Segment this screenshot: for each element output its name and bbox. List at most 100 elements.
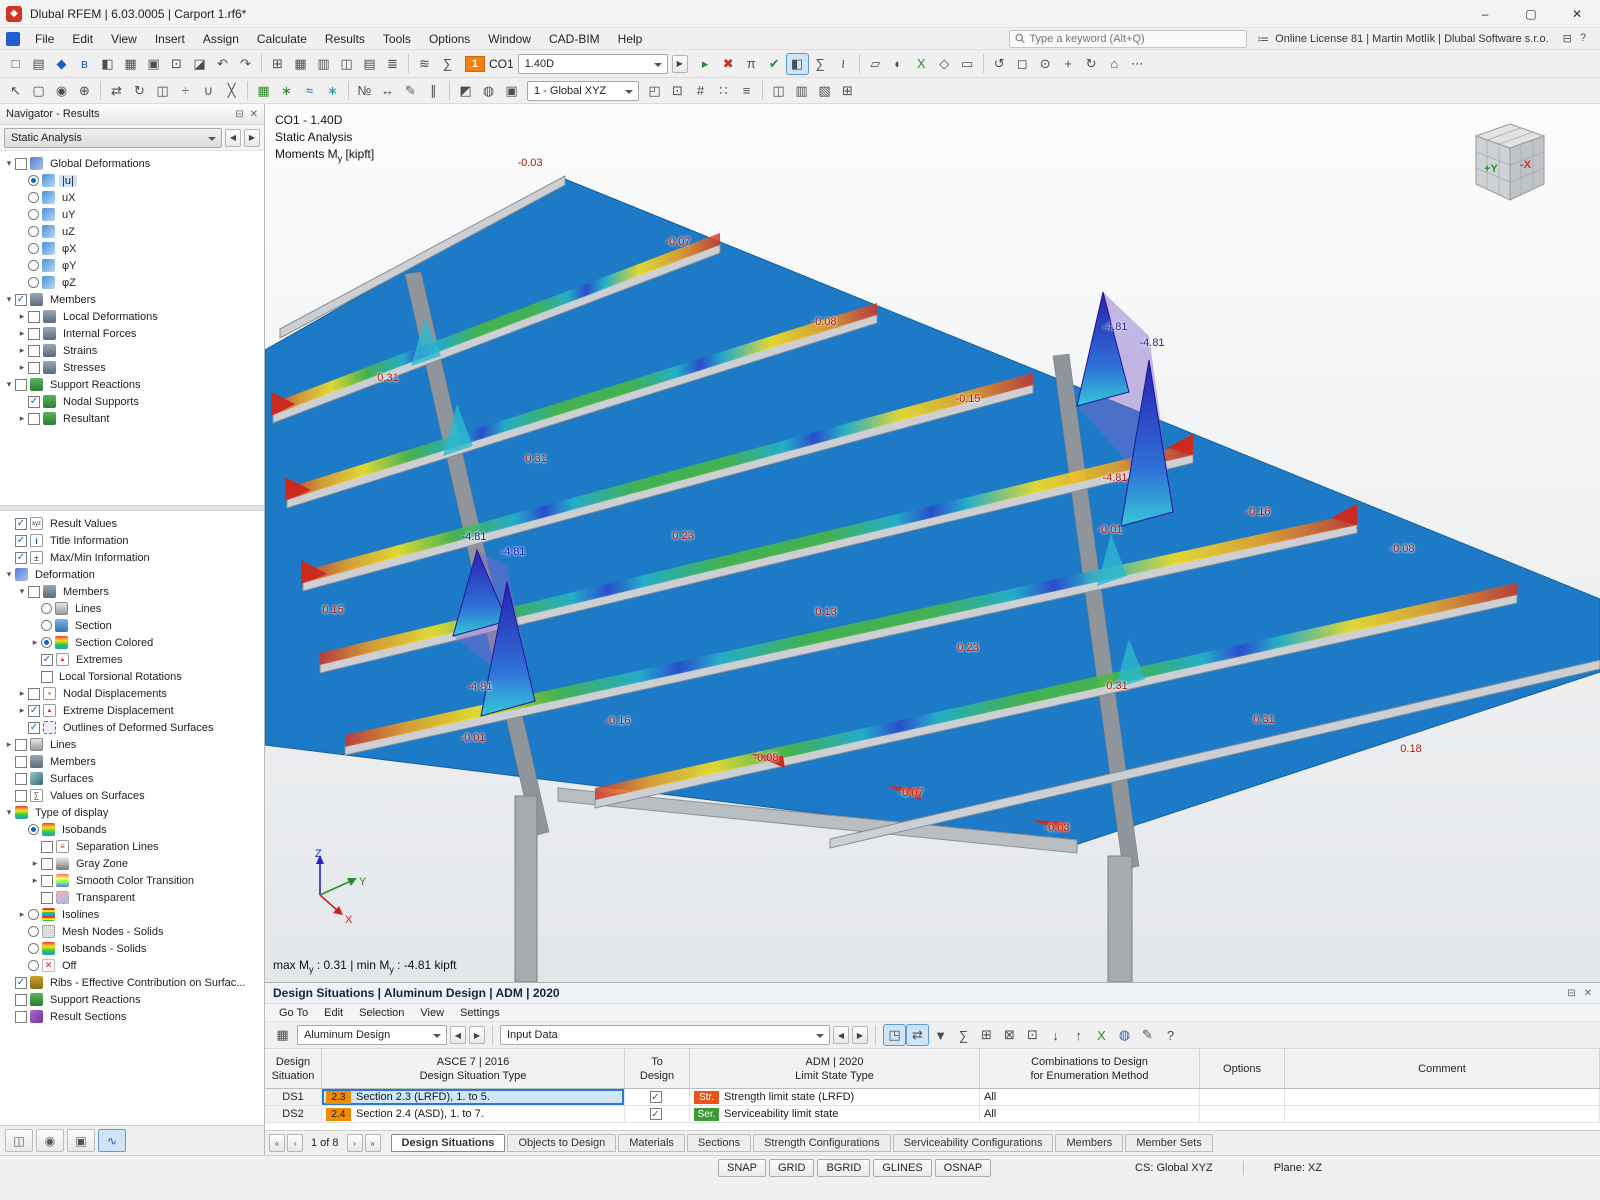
display-item-max-min-information[interactable]: Max/Min Information: [0, 549, 264, 566]
design-menu-view[interactable]: View: [412, 1007, 452, 1019]
menu-insert[interactable]: Insert: [146, 28, 194, 50]
mesh-settings-icon[interactable]: ∗: [275, 80, 298, 102]
tab-objects-to-design[interactable]: Objects to Design: [507, 1134, 616, 1152]
combinations-cell[interactable]: All: [980, 1089, 1200, 1105]
menu-results[interactable]: Results: [316, 28, 374, 50]
expand-icon[interactable]: ▸: [16, 705, 28, 716]
clipboard-icon[interactable]: ▱: [864, 53, 887, 75]
radio-button[interactable]: [28, 209, 39, 220]
to-design-checkbox[interactable]: [650, 1091, 662, 1103]
app-menu-icon[interactable]: [6, 32, 20, 46]
zoom-all-icon[interactable]: ⊙: [1034, 53, 1057, 75]
result-values-icon[interactable]: ∑: [952, 1024, 975, 1046]
limit-state-cell[interactable]: Str.Strength limit state (LRFD): [690, 1089, 980, 1105]
tree-item-nodal-supports[interactable]: Nodal Supports: [0, 393, 264, 410]
display-item-deformation[interactable]: ▾Deformation: [0, 566, 264, 583]
generate-mesh-icon[interactable]: ▦: [252, 80, 275, 102]
options-cell[interactable]: [1200, 1106, 1285, 1122]
save-model-icon[interactable]: ▣: [142, 53, 165, 75]
menu-cad-bim[interactable]: CAD-BIM: [540, 28, 609, 50]
display-item-smooth-color-transition[interactable]: ▸Smooth Color Transition: [0, 872, 264, 889]
collapse-icon[interactable]: ▾: [3, 294, 15, 305]
open-model-icon[interactable]: ▤: [27, 53, 50, 75]
radio-button[interactable]: [28, 260, 39, 271]
design-menu-settings[interactable]: Settings: [452, 1007, 508, 1019]
menu-assign[interactable]: Assign: [194, 28, 248, 50]
collapse-icon[interactable]: ▾: [3, 807, 15, 818]
zoom-previous-icon[interactable]: ↺: [988, 53, 1011, 75]
work-plane-label[interactable]: Plane: XZ: [1274, 1162, 1322, 1174]
close-panel-icon[interactable]: ✕: [1584, 988, 1592, 999]
design-menu-selection[interactable]: Selection: [351, 1007, 412, 1019]
rendering-mode-icon[interactable]: ◐: [887, 53, 910, 75]
radio-button[interactable]: [28, 926, 39, 937]
tree-item-uy[interactable]: uY: [0, 206, 264, 223]
display-item-title-information[interactable]: Title Information: [0, 532, 264, 549]
redo-icon[interactable]: ↷: [234, 53, 257, 75]
dimensions-icon[interactable]: ↔: [376, 80, 399, 102]
import-table-icon[interactable]: ↓: [1044, 1024, 1067, 1046]
checkbox[interactable]: [28, 688, 40, 700]
display-item-result-sections[interactable]: Result Sections: [0, 1008, 264, 1025]
tree-item-x[interactable]: φX: [0, 240, 264, 257]
design-case-combo[interactable]: Aluminum Design: [297, 1025, 447, 1045]
row-id-cell[interactable]: DS1: [265, 1089, 322, 1105]
delete-row-icon[interactable]: ⊠: [998, 1024, 1021, 1046]
checkbox[interactable]: [28, 705, 40, 717]
load-cases-icon[interactable]: ≋: [413, 53, 436, 75]
radio-button[interactable]: [28, 175, 39, 186]
stop-calculation-icon[interactable]: ✖: [717, 53, 740, 75]
first-page-button[interactable]: «: [269, 1134, 285, 1152]
collapse-icon[interactable]: ▾: [3, 379, 15, 390]
design-situation-type-cell[interactable]: 2.3Section 2.3 (LRFD), 1. to 5.: [322, 1089, 625, 1105]
expand-icon[interactable]: ▸: [29, 637, 41, 648]
limit-state-cell[interactable]: Ser.Serviceability limit state: [690, 1106, 980, 1122]
to-design-cell[interactable]: [625, 1106, 690, 1122]
checkbox[interactable]: [15, 535, 27, 547]
plausibility-check-icon[interactable]: ✔: [763, 53, 786, 75]
toggle-bgrid[interactable]: BGRID: [817, 1159, 870, 1177]
display-item-isobands-solids[interactable]: Isobands - Solids: [0, 940, 264, 957]
table-results-icon[interactable]: ▦: [289, 53, 312, 75]
printout-report-icon[interactable]: ▭: [956, 53, 979, 75]
checkbox[interactable]: [15, 994, 27, 1006]
next-design-case-button[interactable]: ▶: [469, 1026, 485, 1044]
coordinate-system-label[interactable]: CS: Global XYZ: [1135, 1162, 1213, 1174]
checkbox[interactable]: [15, 1011, 27, 1023]
rotate-object-icon[interactable]: ↻: [128, 80, 151, 102]
export-table-icon[interactable]: ↑: [1067, 1024, 1090, 1046]
merge-members-icon[interactable]: ∪: [197, 80, 220, 102]
dock-panels-icon[interactable]: ⊟: [1563, 32, 1572, 45]
format-painter-icon[interactable]: ◪: [188, 53, 211, 75]
guidelines-icon[interactable]: ∥: [422, 80, 445, 102]
checkbox[interactable]: [41, 671, 53, 683]
snow-load-generator-icon[interactable]: ∗: [321, 80, 344, 102]
checkbox[interactable]: [41, 841, 53, 853]
divide-member-icon[interactable]: ÷: [174, 80, 197, 102]
comments-icon[interactable]: ✎: [399, 80, 422, 102]
checkbox[interactable]: [28, 311, 40, 323]
menu-edit[interactable]: Edit: [63, 28, 102, 50]
checkbox[interactable]: [41, 858, 53, 870]
keyword-search[interactable]: [1009, 30, 1247, 48]
checkbox[interactable]: [15, 739, 27, 751]
panel-layout-icon[interactable]: ▥: [790, 80, 813, 102]
display-item-members[interactable]: Members: [0, 753, 264, 770]
radio-button[interactable]: [28, 943, 39, 954]
menu-window[interactable]: Window: [479, 28, 540, 50]
checkbox[interactable]: [28, 586, 40, 598]
display-item-section-colored[interactable]: ▸Section Colored: [0, 634, 264, 651]
tree-item-resultant[interactable]: ▸Resultant: [0, 410, 264, 427]
ifc-export-icon[interactable]: ◇: [933, 53, 956, 75]
toggle-snap[interactable]: SNAP: [718, 1159, 766, 1177]
tab-members[interactable]: Members: [1055, 1134, 1123, 1152]
edit-select-icon[interactable]: ↖: [4, 80, 27, 102]
menu-tools[interactable]: Tools: [374, 28, 420, 50]
excel-export-icon[interactable]: X: [910, 53, 933, 75]
design-panel-header[interactable]: Design Situations | Aluminum Design | AD…: [265, 983, 1600, 1004]
move-copy-icon[interactable]: ⇄: [105, 80, 128, 102]
navigator-tab-display[interactable]: ◉: [36, 1129, 64, 1152]
new-model-icon[interactable]: □: [4, 53, 27, 75]
tree-item-ux[interactable]: uX: [0, 189, 264, 206]
close-panel-icon[interactable]: ✕: [250, 109, 258, 120]
